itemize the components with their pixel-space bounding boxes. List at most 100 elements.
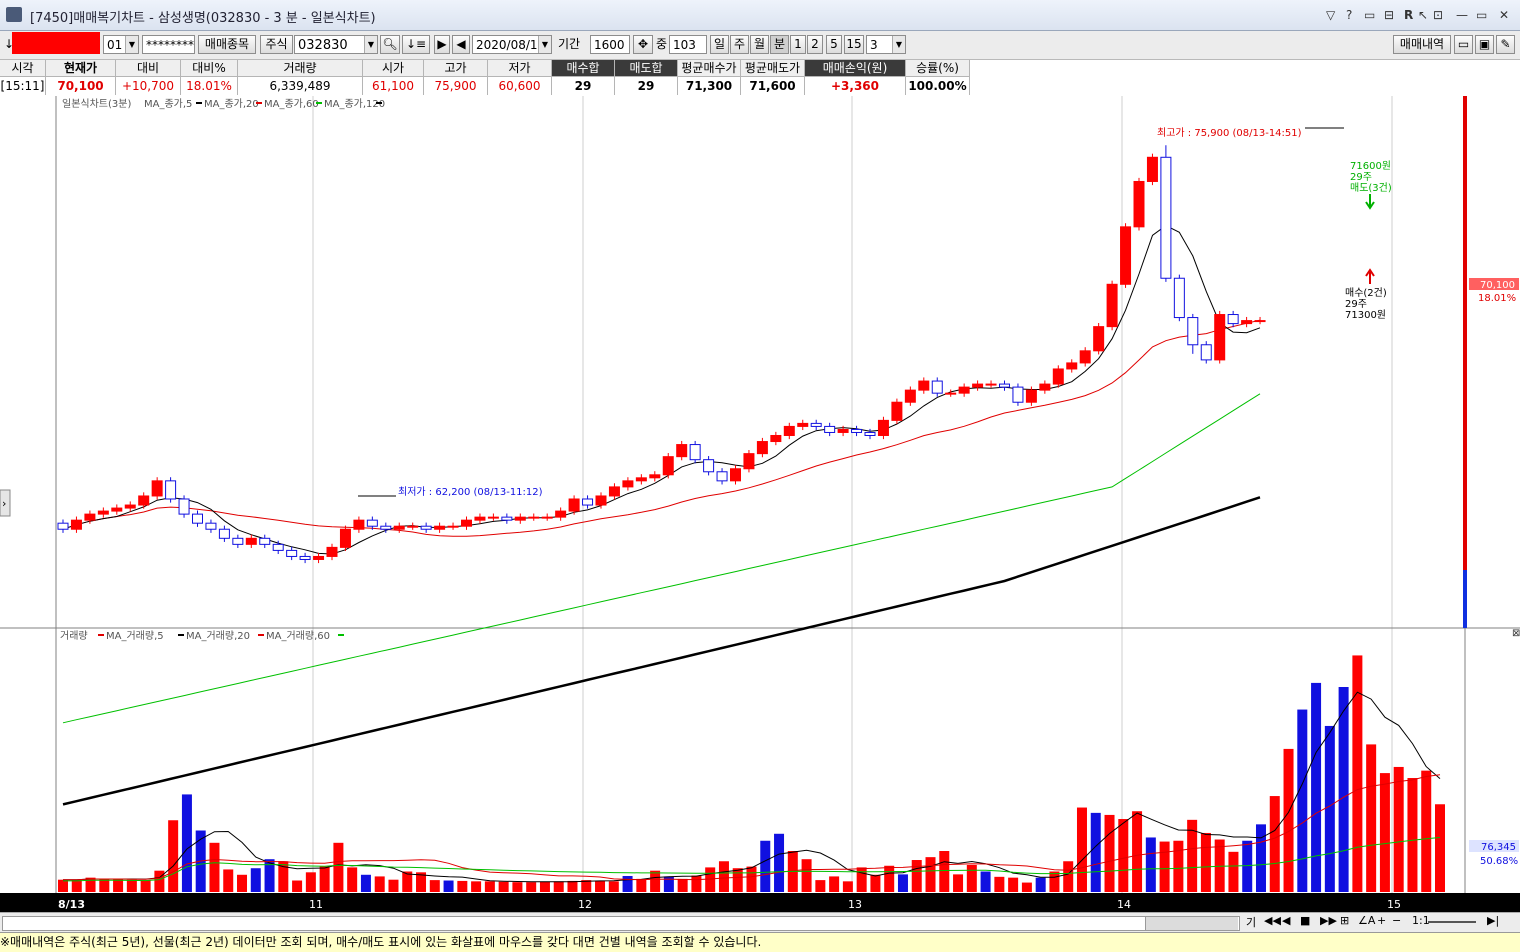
save-icon: ▣ bbox=[1478, 37, 1491, 51]
fast-forward-button[interactable]: ▶▶ bbox=[1320, 914, 1337, 927]
minute-1-button[interactable]: 1 bbox=[790, 35, 806, 54]
volume-bar bbox=[595, 880, 606, 892]
volume-bar bbox=[1090, 812, 1101, 892]
volume-legend-item: MA_거래량,60 bbox=[266, 630, 330, 642]
volume-bar bbox=[305, 872, 316, 892]
volume-bar bbox=[250, 868, 261, 892]
menu-icon[interactable]: ▽ bbox=[1326, 8, 1335, 22]
candle-body bbox=[192, 513, 203, 524]
price-legend: 일본식차트(3분) MA_종가,5 MA_종가,20 MA_종가,60 MA_종가,12… bbox=[62, 98, 385, 110]
minute-2-button[interactable]: 2 bbox=[807, 35, 823, 54]
unit-week-button[interactable]: 주 bbox=[730, 35, 749, 54]
sell-note-line: 매도(3건) bbox=[1350, 182, 1392, 194]
zoom-slider[interactable] bbox=[1428, 921, 1476, 923]
minimize-button[interactable]: — bbox=[1456, 8, 1468, 22]
sort-button[interactable]: ↓≡ bbox=[402, 35, 430, 54]
market-type-button[interactable]: 주식 bbox=[260, 35, 293, 54]
prev-page-button[interactable]: ◀ bbox=[1282, 914, 1290, 927]
volume-legend-item: MA_거래량,5 bbox=[106, 630, 164, 642]
volume-bar bbox=[1132, 811, 1143, 892]
date-input[interactable]: 2020/08/13 ▼ bbox=[472, 35, 552, 54]
unit-day-button[interactable]: 일 bbox=[710, 35, 729, 54]
candle-body bbox=[178, 498, 190, 515]
settings-button[interactable]: ✎ bbox=[1496, 35, 1515, 54]
scroll-indicator-blue bbox=[1463, 570, 1467, 628]
account-suffix-select[interactable]: 01 ▼ bbox=[103, 35, 139, 54]
unit-minute-button[interactable]: 분 bbox=[770, 35, 789, 54]
scrollbar-thumb[interactable] bbox=[1145, 917, 1238, 930]
minute-15-button[interactable]: 15 bbox=[844, 35, 864, 54]
volume-bar bbox=[884, 865, 895, 892]
stat-header-10: 평균매수가 bbox=[678, 60, 741, 77]
window-title: [7450]매매복기차트 - 삼성생명(032830 - 3 분 - 일본식차트… bbox=[30, 11, 376, 26]
minute-5-button[interactable]: 5 bbox=[826, 35, 842, 54]
volume-bar bbox=[333, 842, 344, 892]
volume-bar bbox=[388, 879, 399, 892]
unit-month-button[interactable]: 월 bbox=[750, 35, 769, 54]
trade-history-button[interactable]: 매매내역 bbox=[1393, 35, 1451, 54]
crosshair-button[interactable]: ✥ bbox=[633, 35, 653, 54]
stats-table: 시각 [15:11] 현재가 70,100 대비 +10,700 대비% 18.01% 거래량 6… bbox=[0, 60, 1520, 97]
layout-icon[interactable]: ▭ bbox=[1364, 8, 1375, 22]
legend-swatch bbox=[98, 634, 104, 636]
candle-body bbox=[676, 444, 688, 458]
zoom-out-button[interactable]: − bbox=[1392, 914, 1401, 927]
volume-bar bbox=[209, 842, 220, 892]
period-button[interactable]: 기 bbox=[1246, 914, 1256, 930]
volume-legend-item: 거래량 bbox=[60, 630, 88, 642]
volume-bar bbox=[1435, 804, 1445, 892]
volume-bar bbox=[1311, 682, 1322, 892]
candle-body bbox=[528, 516, 540, 519]
zoom-in-button[interactable]: + bbox=[1377, 914, 1386, 927]
candle-body bbox=[1133, 180, 1145, 228]
help-icon[interactable]: ? bbox=[1346, 8, 1352, 22]
volume-bar bbox=[1366, 744, 1377, 892]
minute-select[interactable]: 3 ▼ bbox=[866, 35, 906, 54]
candle-body bbox=[877, 419, 889, 436]
save-screen-icon[interactable]: ⊟ bbox=[1384, 8, 1394, 22]
volume-bar bbox=[925, 857, 936, 892]
grid-toggle-button[interactable]: ⊞ bbox=[1340, 914, 1349, 927]
volume-bar bbox=[870, 874, 881, 892]
prev-button[interactable]: ◀ bbox=[452, 35, 470, 54]
volume-bar bbox=[718, 861, 729, 892]
volume-bar bbox=[1393, 766, 1404, 892]
scroll-indicator-red bbox=[1463, 96, 1467, 570]
chevron-right-icon: › bbox=[2, 497, 6, 510]
next-button[interactable]: ▶ bbox=[434, 35, 450, 54]
low-price-note: 최저가 : 62,200 (08/13-11:12) bbox=[398, 486, 543, 498]
save-button[interactable]: ▣ bbox=[1475, 35, 1494, 54]
password-field[interactable]: ******** bbox=[142, 35, 195, 54]
candle-body bbox=[1120, 226, 1132, 285]
volume-bar bbox=[650, 870, 661, 892]
volume-bar bbox=[732, 868, 743, 892]
current-price-tag: 70,100 bbox=[1480, 280, 1515, 291]
stop-button[interactable]: ■ bbox=[1300, 914, 1310, 927]
maximize-button[interactable]: ▭ bbox=[1476, 8, 1487, 22]
refresh-icon[interactable]: R bbox=[1404, 8, 1413, 22]
volume-bar bbox=[553, 881, 564, 892]
sell-note-line: 29주 bbox=[1350, 172, 1372, 183]
qty-input[interactable]: 103 bbox=[669, 35, 707, 54]
chevron-down-icon: ▼ bbox=[892, 36, 905, 53]
close-button[interactable]: ✕ bbox=[1499, 8, 1509, 22]
period-label: 기간 bbox=[558, 37, 581, 51]
first-button[interactable]: ◀◀ bbox=[1264, 914, 1281, 927]
search-button[interactable]: 🔍︎ bbox=[380, 35, 400, 54]
horizontal-scrollbar[interactable] bbox=[2, 916, 1240, 931]
period-input[interactable]: 1600 bbox=[590, 35, 630, 54]
link-icon[interactable]: ⊡ bbox=[1433, 8, 1443, 22]
candle-body bbox=[111, 507, 123, 512]
pointer-icon[interactable]: ↖ bbox=[1418, 8, 1428, 22]
trade-items-button[interactable]: 매매종목 bbox=[198, 35, 256, 54]
chart-area[interactable]: › 일본식차트(3분) MA_종가,5 MA_종가,20 MA_종가,60 MA_종가,… bbox=[0, 96, 1520, 912]
legend-swatch bbox=[258, 634, 264, 636]
stock-code-input[interactable]: 032830 ▼ bbox=[294, 35, 378, 54]
stat-header-5: 시가 bbox=[363, 60, 424, 77]
account-suffix-value: 01 bbox=[107, 38, 123, 52]
candle-body bbox=[999, 383, 1010, 388]
last-button[interactable]: ▶| bbox=[1487, 914, 1499, 927]
volume-bar bbox=[1008, 877, 1019, 892]
open-folder-button[interactable]: ▭ bbox=[1454, 35, 1473, 54]
draw-tool-button[interactable]: ∠A bbox=[1358, 914, 1375, 927]
